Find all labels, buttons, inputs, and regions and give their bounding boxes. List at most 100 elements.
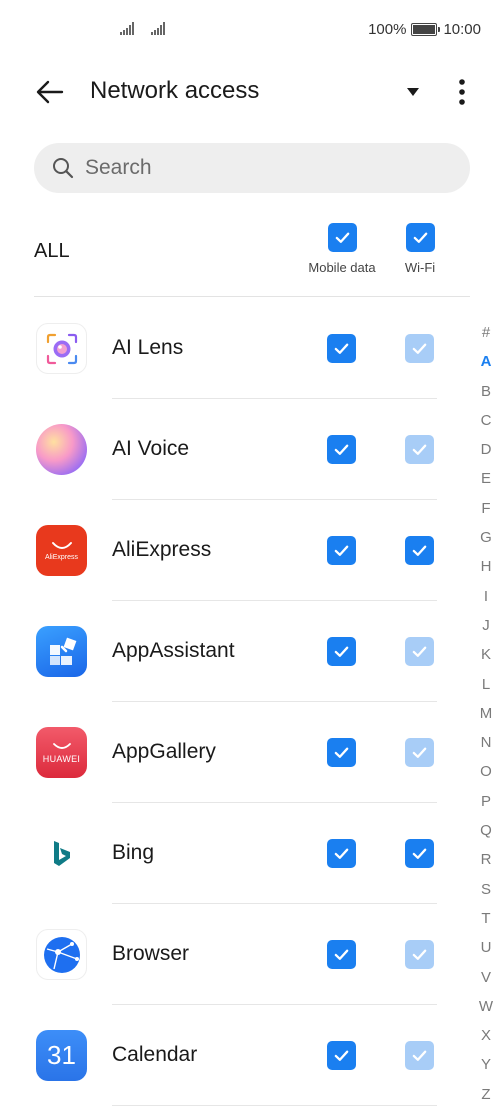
index-letter[interactable]: W — [472, 992, 500, 1021]
index-letter[interactable]: E — [472, 464, 500, 493]
all-mobile-data-checkbox[interactable] — [327, 223, 357, 252]
index-letter[interactable]: R — [472, 845, 500, 874]
filter-dropdown-button[interactable] — [398, 78, 428, 106]
index-letter[interactable]: J — [472, 611, 500, 640]
check-icon — [412, 646, 427, 657]
appassistant-app-icon — [36, 626, 87, 677]
check-icon — [334, 848, 349, 859]
mobile-data-checkbox[interactable] — [327, 940, 356, 969]
all-label: ALL — [34, 240, 70, 262]
index-letter[interactable]: G — [472, 523, 500, 552]
signal-icon-sim2 — [151, 22, 165, 35]
status-bar: 100% 10:00 — [0, 0, 504, 62]
check-icon — [334, 747, 349, 758]
index-letter[interactable]: L — [472, 670, 500, 699]
check-icon — [334, 444, 349, 455]
search-input[interactable]: Search — [34, 143, 470, 193]
index-letter[interactable]: Y — [472, 1050, 500, 1079]
check-icon — [334, 646, 349, 657]
index-letter[interactable]: C — [472, 406, 500, 435]
huawei-icon-text: HUAWEI — [42, 753, 81, 764]
signal-icon-sim1 — [120, 22, 134, 35]
wifi-checkbox[interactable] — [405, 334, 434, 363]
app-name: AppGallery — [112, 740, 216, 763]
index-letter[interactable]: B — [472, 377, 500, 406]
app-row-bing[interactable]: Bing — [0, 803, 504, 904]
clock: 10:00 — [443, 21, 481, 38]
mobile-data-checkbox[interactable] — [327, 334, 356, 363]
wifi-label: Wi-Fi — [404, 260, 436, 275]
app-row-ai-voice[interactable]: AI Voice — [0, 399, 504, 500]
calendar-icon-date: 31 — [47, 1040, 76, 1070]
app-name: Bing — [112, 841, 155, 864]
index-letter[interactable]: Z — [472, 1080, 500, 1109]
app-row-aliexpress[interactable]: AliExpress AliExpress — [0, 500, 504, 601]
index-letter[interactable]: S — [472, 875, 500, 904]
wifi-checkbox[interactable] — [405, 839, 434, 868]
app-name: AI Lens — [112, 336, 184, 359]
wifi-checkbox[interactable] — [405, 1041, 434, 1070]
index-letter[interactable]: H — [472, 552, 500, 581]
appgallery-app-icon: HUAWEI — [36, 727, 87, 778]
index-letter[interactable]: A — [472, 347, 500, 376]
check-icon — [335, 232, 349, 243]
aliexpress-app-icon: AliExpress — [36, 525, 87, 576]
mobile-data-checkbox[interactable] — [327, 1041, 356, 1070]
wifi-checkbox[interactable] — [405, 435, 434, 464]
mobile-data-column: Mobile data — [297, 223, 387, 275]
index-letter[interactable]: D — [472, 435, 500, 464]
app-row-calendar[interactable]: 31 Calendar — [0, 1005, 504, 1106]
wifi-checkbox[interactable] — [405, 637, 434, 666]
check-icon — [334, 1050, 349, 1061]
check-icon — [412, 747, 427, 758]
alphabet-index[interactable]: # A B C D E F G H I J K L M N O P Q R S T U V W X Y Z — [472, 318, 500, 1109]
index-letter[interactable]: I — [472, 582, 500, 611]
calendar-app-icon: 31 — [36, 1030, 87, 1081]
index-letter[interactable]: M — [472, 699, 500, 728]
index-letter[interactable]: O — [472, 757, 500, 786]
check-icon — [334, 343, 349, 354]
wifi-checkbox[interactable] — [405, 738, 434, 767]
app-row-appgallery[interactable]: HUAWEI AppGallery — [0, 702, 504, 803]
more-options-button[interactable] — [447, 72, 477, 112]
index-letter[interactable]: # — [472, 318, 500, 347]
index-letter[interactable]: V — [472, 963, 500, 992]
ai-voice-app-icon — [36, 424, 87, 475]
search-placeholder: Search — [85, 156, 152, 179]
check-icon — [334, 949, 349, 960]
app-name: Calendar — [112, 1043, 198, 1066]
mobile-data-checkbox[interactable] — [327, 637, 356, 666]
all-wifi-checkbox[interactable] — [405, 223, 435, 252]
battery-icon — [411, 23, 441, 36]
wifi-column: Wi-Fi — [375, 223, 465, 275]
check-icon — [412, 1050, 427, 1061]
index-letter[interactable]: N — [472, 728, 500, 757]
check-icon — [334, 545, 349, 556]
app-row-appassistant[interactable]: AppAssistant — [0, 601, 504, 702]
mobile-data-checkbox[interactable] — [327, 738, 356, 767]
page-title: Network access — [90, 77, 260, 104]
mobile-data-checkbox[interactable] — [327, 536, 356, 565]
index-letter[interactable]: P — [472, 787, 500, 816]
battery-percent: 100% — [368, 21, 407, 38]
app-row-browser[interactable]: Browser — [0, 904, 504, 1005]
wifi-checkbox[interactable] — [405, 536, 434, 565]
index-letter[interactable]: K — [472, 640, 500, 669]
index-letter[interactable]: Q — [472, 816, 500, 845]
check-icon — [412, 444, 427, 455]
index-letter[interactable]: U — [472, 933, 500, 962]
back-button[interactable] — [30, 72, 70, 112]
index-letter[interactable]: T — [472, 904, 500, 933]
browser-app-icon — [36, 929, 87, 980]
search-icon — [53, 158, 74, 179]
back-arrow-icon — [36, 80, 64, 104]
index-letter[interactable]: X — [472, 1021, 500, 1050]
index-letter[interactable]: F — [472, 494, 500, 523]
app-row-ai-lens[interactable]: AI Lens — [0, 298, 504, 399]
mobile-data-checkbox[interactable] — [327, 435, 356, 464]
check-icon — [412, 343, 427, 354]
divider — [112, 1105, 437, 1106]
check-icon — [412, 545, 427, 556]
mobile-data-checkbox[interactable] — [327, 839, 356, 868]
wifi-checkbox[interactable] — [405, 940, 434, 969]
